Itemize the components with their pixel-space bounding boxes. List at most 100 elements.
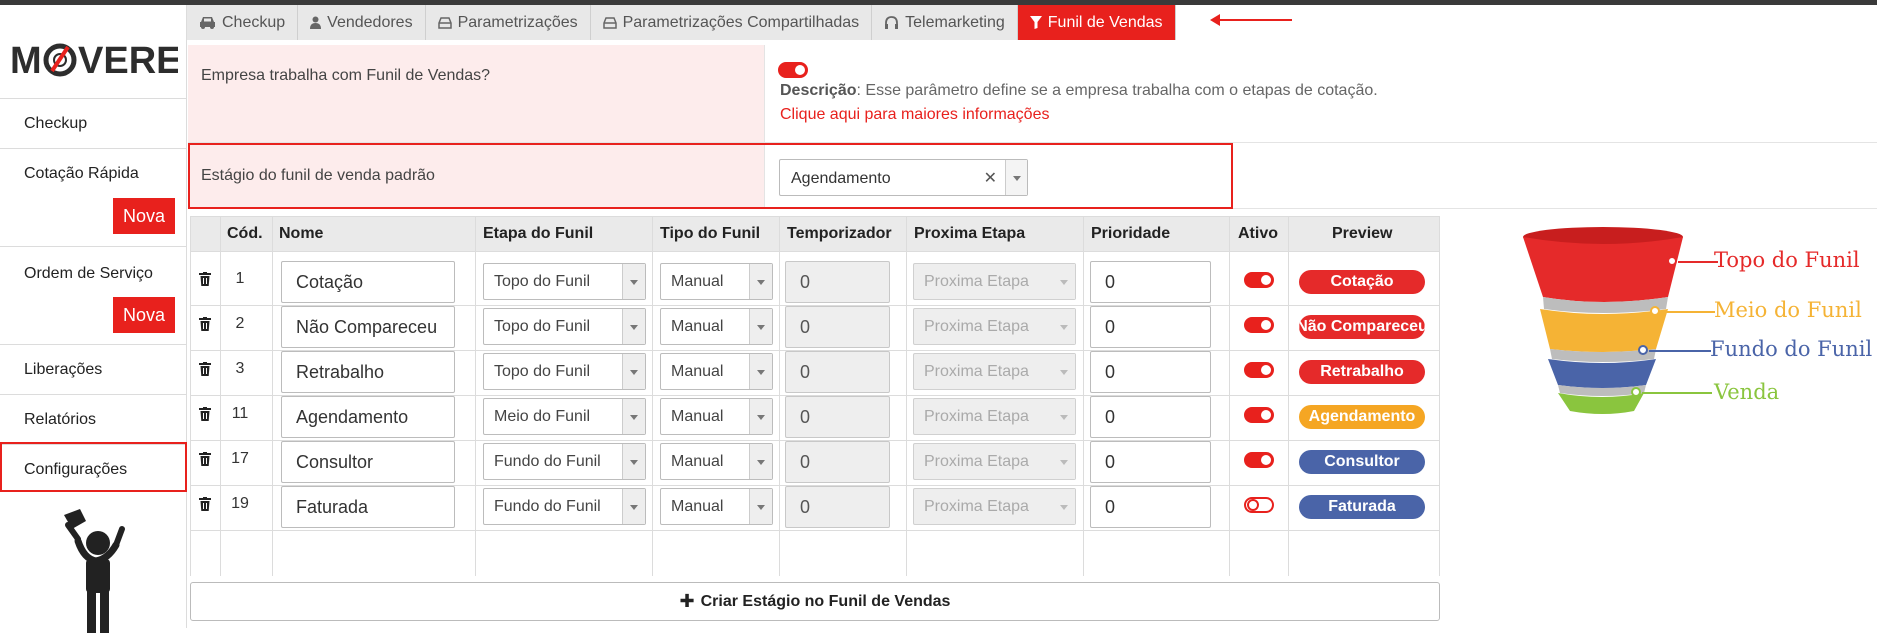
funnel-type-value: Manual — [671, 453, 724, 470]
movere-logo[interactable]: M VERE — [8, 35, 178, 85]
funnel-type-select[interactable]: Manual — [660, 308, 773, 345]
tab-funil-de-vendas[interactable]: Funil de Vendas — [1017, 5, 1176, 40]
timer-input[interactable]: 0 — [785, 486, 890, 528]
chevron-down-icon — [1052, 354, 1075, 389]
funnel-type-select[interactable]: Manual — [660, 488, 773, 525]
funnel-stage-value: Fundo do Funil — [494, 498, 601, 515]
chevron-down-icon — [749, 399, 772, 434]
chevron-down-icon — [1052, 489, 1075, 524]
active-toggle[interactable] — [1244, 362, 1274, 378]
sidebar-item-label: Liberações — [24, 361, 103, 378]
funnel-stage-select[interactable]: Meio do Funil — [483, 398, 646, 435]
tab-checkup[interactable]: Checkup — [187, 5, 299, 40]
header-code: Cód. — [227, 225, 263, 242]
next-stage-select[interactable]: Proxima Etapa — [913, 398, 1076, 435]
headset-icon — [884, 15, 899, 30]
active-toggle[interactable] — [1244, 407, 1274, 423]
header-stage: Etapa do Funil — [483, 225, 594, 242]
funnel-type-select[interactable]: Manual — [660, 398, 773, 435]
funnel-type-value: Manual — [671, 318, 724, 335]
next-stage-value: Proxima Etapa — [924, 498, 1029, 515]
priority-value: 0 — [1105, 452, 1116, 472]
funnel-stage-value: Topo do Funil — [494, 363, 591, 380]
funnel-illustration — [1523, 227, 1683, 414]
funnel-stage-select[interactable]: Fundo do Funil — [483, 488, 646, 525]
preview-badge: Agendamento — [1299, 405, 1425, 429]
funnel-type-select[interactable]: Manual — [660, 263, 773, 300]
tab-parametrizacoes-compartilhadas[interactable]: Parametrizações Compartilhadas — [590, 5, 873, 40]
timer-value: 0 — [800, 407, 811, 427]
funnel-stage-select[interactable]: Topo do Funil — [483, 353, 646, 390]
tab-label: Telemarketing — [905, 13, 1005, 31]
tab-parametrizacoes[interactable]: Parametrizações — [425, 5, 591, 40]
tab-telemarketing[interactable]: Telemarketing — [872, 5, 1018, 40]
preview-badge: Consultor — [1299, 450, 1425, 474]
next-stage-select[interactable]: Proxima Etapa — [913, 308, 1076, 345]
next-stage-select[interactable]: Proxima Etapa — [913, 443, 1076, 480]
trash-icon[interactable] — [199, 497, 211, 511]
plus-icon: ✚ — [679, 591, 695, 611]
active-toggle[interactable] — [1244, 272, 1274, 288]
trophy-mascot-icon — [64, 509, 125, 633]
chevron-down-icon — [1052, 309, 1075, 344]
row-code: 3 — [235, 360, 245, 377]
trash-icon[interactable] — [199, 407, 211, 421]
nova-ordem-button[interactable]: Nova — [113, 297, 175, 333]
trash-icon[interactable] — [199, 452, 211, 466]
sidebar-item-checkup[interactable]: Checkup — [0, 98, 187, 148]
sidebar-item-label: Ordem de Serviço — [24, 265, 153, 282]
header-name: Nome — [279, 225, 324, 242]
stage-name-value: Cotação — [296, 272, 364, 292]
trash-icon[interactable] — [199, 362, 211, 376]
legend-connector — [1661, 311, 1715, 313]
legend-dot — [1638, 345, 1648, 355]
more-info-link[interactable]: Clique aqui para maiores informações — [780, 106, 1049, 124]
funnel-stage-select[interactable]: Topo do Funil — [483, 308, 646, 345]
stage-name-value: Não Compareceu — [296, 317, 438, 337]
funnel-stage-value: Meio do Funil — [494, 408, 591, 425]
next-stage-select[interactable]: Proxima Etapa — [913, 488, 1076, 525]
legend-dot — [1667, 256, 1677, 266]
priority-input[interactable]: 0 — [1090, 486, 1211, 528]
chevron-down-icon — [622, 309, 645, 344]
create-stage-label: Criar Estágio no Funil de Vendas — [700, 592, 951, 610]
legend-label: Fundo do Funil — [1710, 337, 1873, 361]
trash-icon[interactable] — [199, 272, 211, 286]
user-icon — [310, 16, 322, 29]
param-label: Empresa trabalha com Funil de Vendas? — [201, 67, 491, 84]
sidebar-item-ordem-de-servico[interactable]: Ordem de Serviço Nova — [0, 246, 187, 344]
active-toggle[interactable] — [1244, 497, 1274, 513]
next-stage-select[interactable]: Proxima Etapa — [913, 353, 1076, 390]
sidebar-item-relatorios[interactable]: Relatórios — [0, 394, 187, 444]
timer-value: 0 — [800, 497, 811, 517]
nova-cotacao-button[interactable]: Nova — [113, 198, 175, 234]
next-stage-value: Proxima Etapa — [924, 363, 1029, 380]
trash-icon[interactable] — [199, 317, 211, 331]
preview-badge: Não Compareceu — [1299, 315, 1425, 339]
sidebar-item-label: Cotação Rápida — [24, 165, 139, 182]
active-toggle[interactable] — [1244, 452, 1274, 468]
row-code: 17 — [231, 450, 249, 467]
chevron-down-icon — [749, 264, 772, 299]
hdd-icon — [602, 16, 617, 29]
funnel-type-select[interactable]: Manual — [660, 443, 773, 480]
header-type: Tipo do Funil — [660, 225, 761, 242]
tab-vendedores[interactable]: Vendedores — [298, 5, 426, 40]
funnel-enabled-toggle[interactable] — [778, 62, 808, 78]
funnel-stage-select[interactable]: Topo do Funil — [483, 263, 646, 300]
chevron-down-icon — [622, 489, 645, 524]
chevron-down-icon — [622, 264, 645, 299]
sidebar-item-label: Relatórios — [24, 411, 97, 428]
funnel-type-value: Manual — [671, 363, 724, 380]
header-active: Ativo — [1238, 225, 1278, 242]
sidebar-item-cotacao-rapida[interactable]: Cotação Rápida Nova — [0, 148, 187, 246]
funnel-type-select[interactable]: Manual — [660, 353, 773, 390]
funnel-stage-select[interactable]: Fundo do Funil — [483, 443, 646, 480]
next-stage-select[interactable]: Proxima Etapa — [913, 263, 1076, 300]
create-stage-button[interactable]: ✚ Criar Estágio no Funil de Vendas — [190, 582, 1440, 621]
sidebar-item-liberacoes[interactable]: Liberações — [0, 344, 187, 394]
stage-name-input[interactable]: Faturada — [281, 486, 455, 528]
tab-label: Funil de Vendas — [1047, 13, 1163, 31]
active-toggle[interactable] — [1244, 317, 1274, 333]
row-code: 2 — [235, 315, 245, 332]
